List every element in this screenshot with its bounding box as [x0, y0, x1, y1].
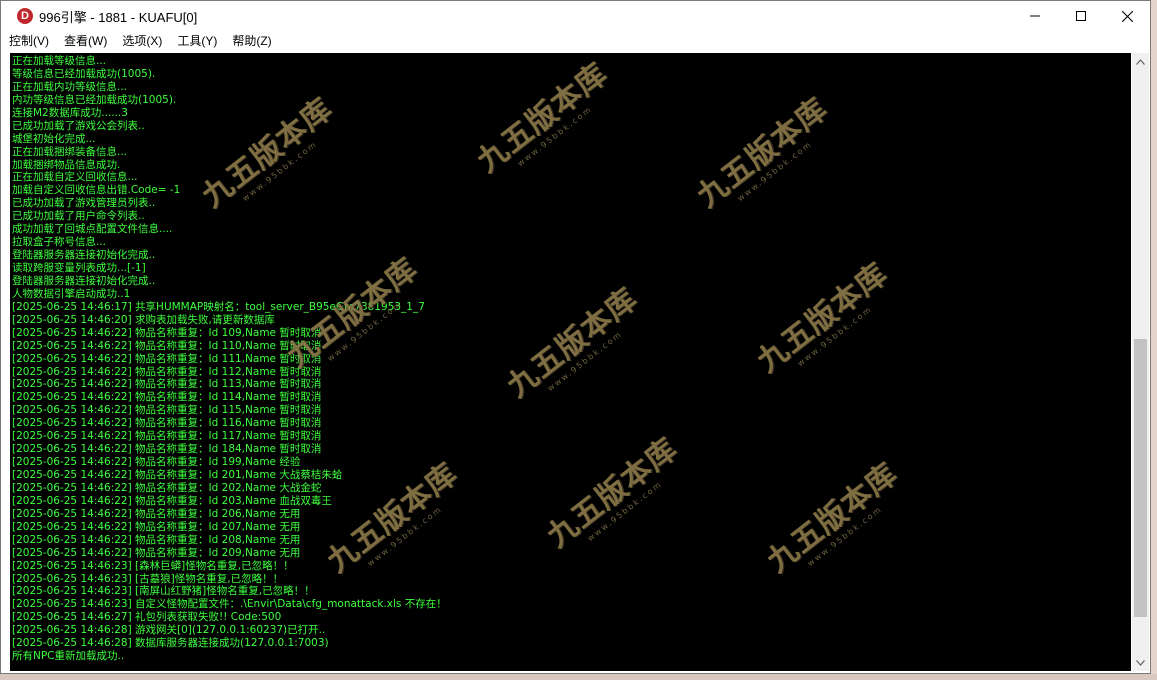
watermark-logo: 九五版本库 www.95bbk.com	[470, 56, 638, 215]
watermark-url: www.95bbk.com	[795, 304, 874, 369]
log-line: [2025-06-25 14:46:22] 物品名称重复：Id 203,Name…	[12, 494, 332, 507]
log-line: [2025-06-25 14:46:23] 自定义怪物配置文件：.\Envir\…	[12, 598, 447, 611]
log-line: 人物数据引擎启动成功..1	[12, 287, 131, 300]
vertical-scrollbar[interactable]	[1132, 53, 1149, 671]
close-icon	[1121, 10, 1133, 22]
watermark-url: www.95bbk.com	[515, 104, 594, 169]
minimize-icon	[1030, 15, 1040, 17]
log-line: [2025-06-25 14:46:20] 求购表加载失败,请更新数据库	[12, 313, 275, 326]
log-line: 拉取盒子称号信息...	[12, 236, 107, 249]
close-button[interactable]	[1104, 1, 1150, 31]
log-line: [2025-06-25 14:46:22] 物品名称重复：Id 114,Name…	[12, 391, 322, 404]
scroll-up-button[interactable]	[1132, 53, 1149, 70]
app-logo-letter: D	[21, 10, 29, 22]
log-line: [2025-06-25 14:46:23] [古墓狼]怪物名重复,已忽略！！	[12, 572, 284, 585]
watermark-url: www.95bbk.com	[805, 504, 884, 569]
watermark-url: www.95bbk.com	[585, 479, 664, 544]
log-line: [2025-06-25 14:46:23] [南屏山红野猪]怪物名重复,已忽略！…	[12, 585, 315, 598]
watermark-url: www.95bbk.com	[735, 139, 814, 204]
app-logo-icon[interactable]: D	[17, 8, 33, 24]
log-line: 成功加载了回城点配置文件信息....	[12, 223, 173, 236]
log-line: [2025-06-25 14:46:22] 物品名称重复：Id 113,Name…	[12, 378, 322, 391]
log-line: 正在加载等级信息...	[12, 55, 107, 67]
log-line: 连接M2数据库成功......3	[12, 106, 128, 119]
log-line: [2025-06-25 14:46:23] [森林巨蟒]怪物名重复,已忽略！！	[12, 559, 294, 572]
watermark-brand: 九五版本库	[690, 91, 835, 215]
log-line: [2025-06-25 14:46:27] 礼包列表获取失败!! Code:50…	[12, 611, 282, 624]
log-line: [2025-06-25 14:46:17] 共享HUMMAP映射名：tool_s…	[12, 300, 425, 313]
watermark-brand: 九五版本库	[470, 56, 615, 180]
log-line: 加载自定义回收信息出错.Code= -1	[12, 184, 181, 197]
chevron-down-icon	[1136, 659, 1145, 666]
log-line: 已成功加载了用户命令列表..	[12, 210, 145, 223]
chevron-up-icon	[1136, 58, 1145, 65]
log-line: [2025-06-25 14:46:22] 物品名称重复：Id 110,Name…	[12, 339, 322, 352]
menu-options[interactable]: 选项(X)	[115, 31, 169, 51]
watermark-brand: 九五版本库	[750, 256, 895, 380]
watermark-logo: 九五版本库 www.95bbk.com	[540, 431, 708, 590]
log-line: [2025-06-25 14:46:22] 物品名称重复：Id 208,Name…	[12, 533, 301, 546]
watermark-logo: 九五版本库 www.95bbk.com	[750, 256, 918, 415]
log-line: 所有NPC重新加载成功..	[12, 650, 125, 663]
log-line: 城堡初始化完成...	[12, 132, 96, 145]
console-window: D 996引擎 - 1881 - KUAFU[0] 控制(V) 查看(W) 选项…	[0, 0, 1151, 674]
log-line: 加载捆绑物品信息成功.	[12, 158, 121, 171]
log-line: 登陆器服务器连接初始化完成..	[12, 274, 156, 287]
log-line: [2025-06-25 14:46:22] 物品名称重复：Id 111,Name…	[12, 352, 322, 365]
log-line: [2025-06-25 14:46:22] 物品名称重复：Id 199,Name…	[12, 456, 301, 469]
log-line: [2025-06-25 14:46:22] 物品名称重复：Id 117,Name…	[12, 430, 322, 443]
log-line: [2025-06-25 14:46:28] 游戏网关[0](127.0.0.1:…	[12, 624, 326, 637]
log-line: [2025-06-25 14:46:22] 物品名称重复：Id 209,Name…	[12, 546, 301, 559]
log-line: [2025-06-25 14:46:22] 物品名称重复：Id 201,Name…	[12, 469, 343, 481]
watermark-logo: 九五版本库 www.95bbk.com	[760, 456, 928, 615]
menu-bar: 控制(V) 查看(W) 选项(X) 工具(Y) 帮助(Z)	[1, 31, 1150, 51]
watermark-brand: 九五版本库	[760, 456, 905, 580]
log-line: 内功等级信息已经加载成功(1005).	[12, 93, 177, 106]
desktop-background	[1151, 0, 1157, 680]
scroll-down-button[interactable]	[1132, 654, 1149, 671]
minimize-button[interactable]	[1012, 1, 1058, 31]
log-line: 等级信息已经加载成功(1005).	[12, 67, 156, 80]
log-line: [2025-06-25 14:46:22] 物品名称重复：Id 112,Name…	[12, 365, 322, 378]
log-line: 正在加载内功等级信息...	[12, 80, 128, 93]
log-line: [2025-06-25 14:46:22] 物品名称重复：Id 109,Name…	[12, 326, 322, 339]
log-line: [2025-06-25 14:46:22] 物品名称重复：Id 116,Name…	[12, 417, 322, 430]
log-line: 登陆器服务器连接初始化完成..	[12, 249, 156, 262]
maximize-button[interactable]	[1058, 1, 1104, 31]
menu-help[interactable]: 帮助(Z)	[225, 31, 278, 51]
console-output[interactable]: 正在加载等级信息... 等级信息已经加载成功(1005). 正在加载内功等级信息..…	[10, 53, 1131, 671]
log-line: 已成功加载了游戏公会列表..	[12, 119, 145, 132]
menu-view[interactable]: 查看(W)	[57, 31, 114, 51]
window-title: 996引擎 - 1881 - KUAFU[0]	[39, 9, 198, 25]
watermark-logo: 九五版本库 www.95bbk.com	[500, 281, 668, 440]
log-line: 正在加载自定义回收信息...	[12, 171, 138, 184]
log-line: 正在加载捆绑装备信息...	[12, 145, 128, 158]
watermark-url: www.95bbk.com	[545, 329, 624, 394]
log-line: [2025-06-25 14:46:22] 物品名称重复：Id 202,Name…	[12, 481, 322, 494]
log-line: [2025-06-25 14:46:22] 物品名称重复：Id 207,Name…	[12, 520, 301, 533]
maximize-icon	[1076, 11, 1086, 21]
log-line: [2025-06-25 14:46:28] 数据库服务器连接成功(127.0.0…	[12, 637, 329, 650]
log-line: 读取跨服变量列表成功...[-1]	[12, 262, 146, 274]
log-line: [2025-06-25 14:46:22] 物品名称重复：Id 115,Name…	[12, 404, 322, 417]
window-controls	[1012, 1, 1150, 31]
log-line: 已成功加载了游戏管理员列表..	[12, 197, 156, 210]
watermark-brand: 九五版本库	[540, 431, 685, 555]
menu-control[interactable]: 控制(V)	[2, 31, 56, 51]
log-list: 正在加载等级信息... 等级信息已经加载成功(1005). 正在加载内功等级信息..…	[12, 55, 447, 663]
menu-tools[interactable]: 工具(Y)	[170, 31, 224, 51]
desktop-background-bottom	[0, 674, 1157, 680]
log-line: [2025-06-25 14:46:22] 物品名称重复：Id 206,Name…	[12, 507, 301, 520]
log-line: [2025-06-25 14:46:22] 物品名称重复：Id 184,Name…	[12, 443, 322, 456]
watermark-logo: 九五版本库 www.95bbk.com	[690, 91, 858, 250]
scrollbar-thumb[interactable]	[1134, 339, 1147, 617]
watermark-brand: 九五版本库	[500, 281, 645, 405]
title-bar[interactable]: D 996引擎 - 1881 - KUAFU[0]	[1, 1, 1150, 31]
